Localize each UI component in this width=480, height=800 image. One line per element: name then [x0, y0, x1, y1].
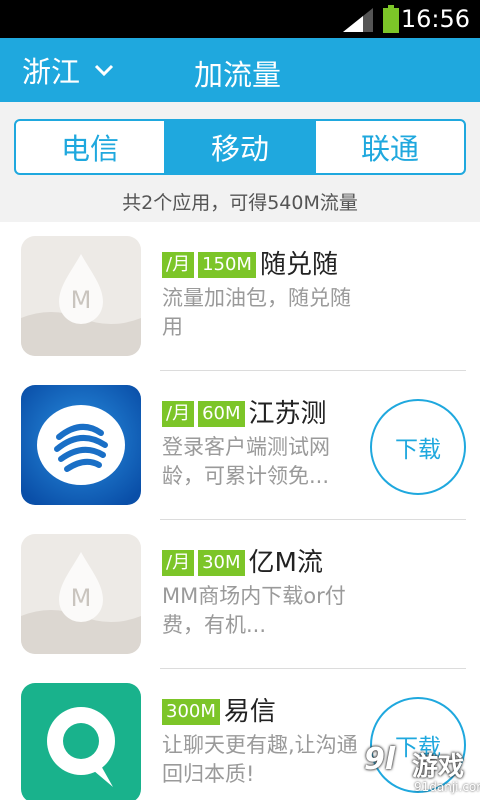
status-time: 16:56 — [400, 5, 470, 33]
badge-period: /月 — [162, 401, 195, 427]
item-badges: /月 150M 随兑随 — [162, 250, 338, 280]
app-name: 易信 — [223, 697, 276, 727]
watermark-text: 游戏 — [412, 752, 465, 782]
badge-data: 300M — [162, 699, 220, 725]
tab-unicom[interactable]: 联通 — [314, 121, 464, 173]
download-button[interactable]: 下载 — [370, 399, 466, 495]
tab-mobile[interactable]: 移动 — [164, 121, 314, 173]
carrier-tabs: 电信 移动 联通 — [14, 119, 466, 175]
watermark-url: 91danji.com — [414, 780, 480, 794]
chevron-down-icon — [94, 64, 114, 77]
app-name: 随兑随 — [259, 250, 338, 280]
app-description: MM商场内下载or付费，有机... — [162, 584, 346, 637]
region-selector[interactable]: 浙江 — [22, 52, 114, 89]
china-mobile-icon — [21, 385, 141, 505]
region-label: 浙江 — [22, 55, 81, 89]
item-badges: /月 30M 亿M流 — [162, 548, 323, 578]
item-badges: 300M 易信 — [162, 697, 276, 727]
badge-data: 30M — [198, 550, 245, 576]
list-item[interactable]: M /月 30M 亿M流 MM商场内下载or付费，有机... — [0, 520, 480, 669]
badge-data: 150M — [198, 252, 256, 278]
drop-m-icon: M — [21, 534, 141, 654]
badge-period: /月 — [162, 252, 195, 278]
badge-period: /月 — [162, 550, 195, 576]
app-description: 登录客户端测试网龄，可累计领免... — [162, 435, 330, 488]
app-bar: 浙江 加流量 — [0, 38, 480, 102]
carrier-tabs-area: 电信 移动 联通 共2个应用，可得540M流量 — [0, 102, 480, 222]
list-item[interactable]: /月 60M 江苏测 登录客户端测试网龄，可累计领免... 下载 — [0, 371, 480, 520]
tab-telecom[interactable]: 电信 — [16, 121, 164, 173]
signal-icon — [343, 8, 373, 32]
svg-text:M: M — [71, 584, 92, 612]
badge-data: 60M — [198, 401, 245, 427]
watermark: 9l 游戏 91danji.com — [356, 742, 480, 800]
app-name: 亿M流 — [248, 548, 323, 578]
list-item[interactable]: M /月 150M 随兑随 流量加油包，随兑随用 — [0, 222, 480, 371]
app-name: 江苏测 — [248, 399, 327, 429]
summary-text: 共2个应用，可得540M流量 — [122, 192, 358, 214]
drop-m-icon: M — [21, 236, 141, 356]
yixin-icon — [21, 683, 141, 800]
page-title: 加流量 — [194, 58, 282, 92]
watermark-logo: 9l — [364, 742, 396, 777]
svg-text:M: M — [71, 286, 92, 314]
battery-icon — [383, 5, 399, 33]
app-description: 让聊天更有趣,让沟通回归本质! — [162, 733, 358, 786]
status-bar: 16:56 — [0, 0, 480, 38]
item-badges: /月 60M 江苏测 — [162, 399, 327, 429]
app-description: 流量加油包，随兑随用 — [162, 286, 351, 339]
